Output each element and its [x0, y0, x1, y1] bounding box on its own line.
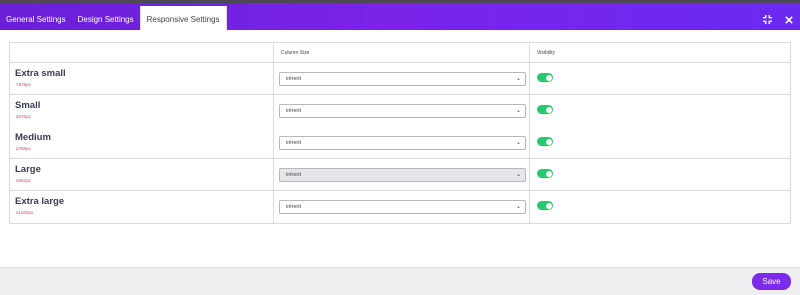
column-size-select[interactable]: inherit ⌄	[279, 72, 526, 86]
chevron-down-icon: ⌄	[515, 204, 521, 210]
table-row: Extra small <576px inherit ⌄	[10, 63, 790, 95]
settings-tabs: General Settings Design Settings Respons…	[0, 6, 227, 33]
toggle-knob	[545, 106, 552, 113]
tab-general-settings[interactable]: General Settings	[0, 6, 72, 33]
select-value: inherit	[286, 76, 301, 82]
toggle-knob	[545, 138, 552, 145]
breakpoint-size: ≥768px	[16, 146, 31, 151]
visibility-toggle[interactable]	[537, 169, 553, 178]
select-value: inherit	[286, 140, 301, 146]
visibility-toggle[interactable]	[537, 73, 553, 82]
table-row: Large ≥992px inherit ⌄	[10, 159, 790, 191]
breakpoint-name: Medium	[15, 132, 51, 143]
table-row: Small ≥576px inherit ⌄	[10, 95, 790, 127]
breakpoint-cell: Medium ≥768px	[10, 127, 274, 158]
table-row: Extra large ≥1200px inherit ⌄	[10, 191, 790, 223]
column-size-cell: inherit ⌄	[274, 63, 530, 94]
table-header: Column Size Visibility	[10, 43, 790, 63]
column-size-header: Column Size	[274, 43, 530, 62]
column-size-cell: inherit ⌄	[274, 127, 530, 158]
responsive-table: Column Size Visibility Extra small <576p…	[9, 42, 791, 224]
visibility-cell	[530, 95, 790, 127]
column-size-select[interactable]: inherit ⌄	[279, 136, 526, 150]
breakpoint-cell: Small ≥576px	[10, 95, 274, 127]
toggle-knob	[545, 170, 552, 177]
select-value: inherit	[286, 108, 301, 114]
window-actions	[756, 6, 800, 33]
column-size-cell: inherit ⌄	[274, 95, 530, 127]
breakpoint-name: Extra large	[15, 196, 65, 207]
column-size-cell: inherit ⌄	[274, 191, 530, 223]
table-row: Medium ≥768px inherit ⌄	[10, 127, 790, 159]
top-bar: General Settings Design Settings Respons…	[0, 0, 800, 33]
breakpoint-cell: Extra large ≥1200px	[10, 191, 274, 223]
responsive-settings-panel: Column Size Visibility Extra small <576p…	[0, 30, 800, 267]
chevron-down-icon: ⌄	[515, 140, 521, 146]
tab-responsive-settings[interactable]: Responsive Settings	[139, 6, 227, 33]
collapse-icon[interactable]	[756, 9, 778, 31]
visibility-cell	[530, 63, 790, 94]
breakpoint-size: <576px	[16, 82, 31, 87]
select-value: inherit	[286, 172, 301, 178]
visibility-cell	[530, 159, 790, 190]
visibility-toggle[interactable]	[537, 105, 553, 114]
visibility-toggle[interactable]	[537, 137, 553, 146]
visibility-header: Visibility	[537, 50, 555, 56]
select-value: inherit	[286, 204, 301, 210]
modal-footer: Save	[0, 267, 800, 295]
breakpoint-name: Large	[15, 164, 41, 175]
breakpoint-name: Small	[15, 100, 41, 111]
breakpoint-name: Extra small	[15, 68, 66, 79]
breakpoint-size: ≥1200px	[16, 210, 34, 215]
visibility-cell	[530, 191, 790, 223]
close-icon[interactable]	[778, 9, 800, 31]
save-button[interactable]: Save	[752, 273, 791, 290]
column-size-select[interactable]: inherit ⌄	[279, 104, 526, 118]
visibility-toggle[interactable]	[537, 201, 553, 210]
breakpoint-cell: Extra small <576px	[10, 63, 274, 94]
chevron-down-icon: ⌄	[515, 76, 521, 82]
chevron-down-icon: ⌄	[515, 172, 521, 178]
tab-design-settings[interactable]: Design Settings	[72, 6, 140, 33]
breakpoint-header	[10, 43, 274, 62]
chevron-down-icon: ⌄	[515, 108, 521, 114]
visibility-cell	[530, 127, 790, 158]
toggle-knob	[545, 202, 552, 209]
column-size-cell: inherit ⌄	[274, 159, 530, 190]
breakpoint-size: ≥992px	[16, 178, 31, 183]
column-size-select[interactable]: inherit ⌄	[279, 168, 526, 182]
breakpoint-cell: Large ≥992px	[10, 159, 274, 190]
column-size-select[interactable]: inherit ⌄	[279, 200, 526, 214]
breakpoint-size: ≥576px	[16, 114, 31, 119]
toggle-knob	[545, 74, 552, 81]
